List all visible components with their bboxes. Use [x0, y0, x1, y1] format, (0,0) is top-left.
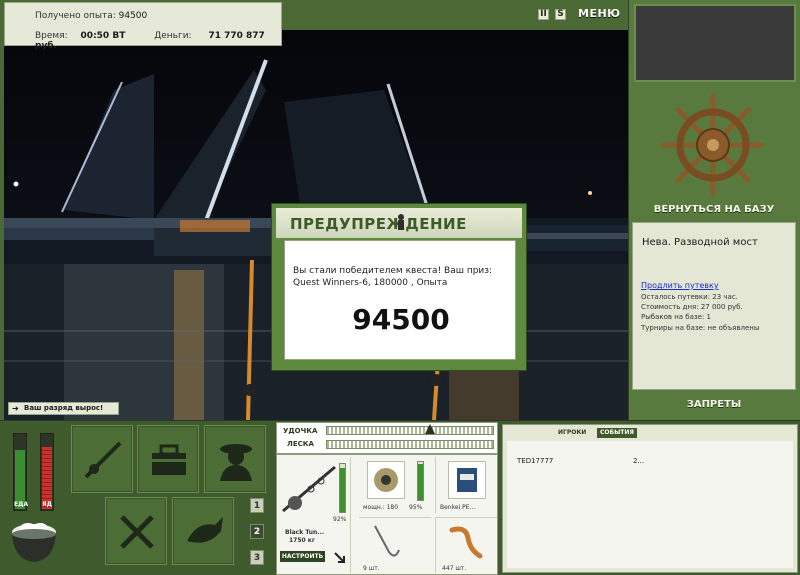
rods-slot[interactable]	[71, 425, 133, 493]
rod-wear-bar	[339, 463, 346, 513]
extend-permit-link[interactable]: Продлить путевку	[641, 281, 719, 290]
tackle-status: УДОЧКА ЛЕСКА	[276, 422, 498, 454]
rod-percent: 92%	[333, 516, 347, 523]
day-cost: Стоимость дня: 27 000 руб.	[641, 303, 743, 311]
experience-value: 94500	[118, 11, 148, 21]
tension-marker-icon	[425, 424, 435, 434]
tackle-box-icon	[152, 444, 186, 475]
rod-tension-label: УДОЧКА	[283, 427, 318, 435]
food-gauge	[13, 433, 27, 511]
tab-events[interactable]: СОБЫТИЯ	[597, 428, 638, 438]
bait-cell[interactable]: 447 шт.	[435, 517, 497, 573]
line-cell[interactable]: Benkei PE...	[435, 457, 497, 513]
permit-remaining: Осталось путевки: 23 час.	[641, 293, 738, 301]
tab-players[interactable]: ИГРОКИ	[555, 428, 589, 438]
pause-icon[interactable]: II	[538, 9, 549, 20]
time-label: Время:	[35, 31, 68, 41]
line-spool-icon	[457, 468, 477, 492]
players-list: TED17777 2...	[507, 441, 793, 568]
money-value: 71 770 877 руб.	[35, 31, 265, 51]
reel-caption: мощн.: 180	[363, 504, 399, 511]
dialog-score: 94500	[352, 303, 450, 336]
reel-wear-bar	[417, 461, 424, 501]
poison-gauge-fill	[42, 446, 52, 509]
rank-notice[interactable]: ➜ Ваш разряд вырос!	[8, 402, 119, 415]
poison-gauge	[40, 433, 54, 511]
money-label: Деньги:	[154, 31, 192, 41]
poison-label: ЯД	[42, 501, 52, 508]
player-info-panel: Получено опыта: 94500 Время: 00:50 ВТ Де…	[4, 2, 282, 51]
tab-2[interactable]: 2	[250, 524, 264, 539]
food-slot[interactable]	[105, 497, 167, 565]
sound-icon[interactable]: S	[555, 9, 566, 20]
dialog-message: Вы стали победителем квеста! Ваш приз: Q…	[293, 266, 493, 288]
arrow-down-right-icon	[334, 552, 345, 563]
tackle-box-slot[interactable]	[137, 425, 199, 493]
menu-button[interactable]: МЕНЮ	[578, 7, 621, 20]
player-name[interactable]: TED17777	[517, 457, 553, 465]
experience-label: Получено опыта:	[35, 11, 116, 21]
minimap[interactable]	[634, 4, 796, 82]
hook-cell[interactable]: 9 шт.	[359, 517, 431, 573]
reel-percent: 95%	[409, 504, 423, 511]
rod-weight: 1750 кг	[289, 537, 315, 544]
fisherman-silhouette-icon	[398, 214, 404, 230]
warning-dialog[interactable]: ПРЕДУПРЕЖДЕНИЕ Вы стали победителем квес…	[271, 203, 527, 371]
tab-1[interactable]: 1	[250, 498, 264, 513]
fishers-count: Рыбаков на базе: 1	[641, 313, 711, 321]
dialog-title: ПРЕДУПРЕЖДЕНИЕ	[290, 215, 467, 233]
line-tension-label: ЛЕСКА	[287, 440, 314, 448]
return-to-base-button[interactable]: ВЕРНУТЬСЯ НА БАЗУ	[632, 204, 796, 215]
location-panel: Нева. Разводной мост Продлить путевку Ос…	[632, 222, 796, 390]
food-label: ЕДА	[14, 501, 29, 508]
fishing-rod-icon	[84, 441, 122, 479]
rod-tension-bar	[326, 426, 494, 435]
players-panel: ИГРОКИ СОБЫТИЯ TED17777 2...	[502, 424, 798, 573]
arrow-right-icon: ➜	[12, 404, 19, 413]
fisherman-icon	[220, 444, 252, 481]
cauldron-icon[interactable]	[8, 514, 60, 566]
rod-wear-fill	[340, 467, 345, 512]
line-caption: Benkei PE...	[440, 504, 476, 511]
rank-notice-text: Ваш разряд вырос!	[24, 404, 104, 412]
fork-knife-icon	[120, 515, 154, 549]
time-value: 00:50 ВТ	[80, 31, 126, 41]
reel-cell[interactable]: мощн.: 180 95%	[359, 457, 431, 513]
location-title: Нева. Разводной мост	[642, 237, 758, 248]
rod-reel-icon	[282, 465, 336, 513]
setup-button[interactable]: НАСТРОИТЬ	[280, 551, 325, 562]
reel-wear-fill	[418, 463, 423, 500]
tournaments-status: Турниры на базе: не объявлены	[641, 324, 760, 332]
fish-icon	[187, 517, 223, 543]
fish-slot[interactable]	[172, 497, 234, 565]
dialog-body: Вы стали победителем квеста! Ваш приз: Q…	[284, 240, 516, 360]
bait-caption: 447 шт.	[442, 565, 467, 572]
dialog-header: ПРЕДУПРЕЖДЕНИЕ	[276, 208, 522, 238]
hook-caption: 9 шт.	[363, 565, 380, 572]
rod-name: Black Tun...	[285, 529, 325, 536]
player-value: 2...	[633, 457, 645, 465]
ship-wheel-icon[interactable]	[660, 92, 766, 198]
reel-icon	[374, 468, 398, 492]
hook-icon	[374, 525, 400, 557]
fisherman-slot[interactable]	[204, 425, 266, 493]
bans-button[interactable]: ЗАПРЕТЫ	[632, 399, 796, 410]
game-window: Получено опыта: 94500 Время: 00:50 ВТ Де…	[0, 0, 800, 575]
tab-3[interactable]: 3	[250, 550, 264, 565]
worm-bait-icon	[449, 526, 483, 559]
line-tension-bar	[326, 440, 494, 449]
